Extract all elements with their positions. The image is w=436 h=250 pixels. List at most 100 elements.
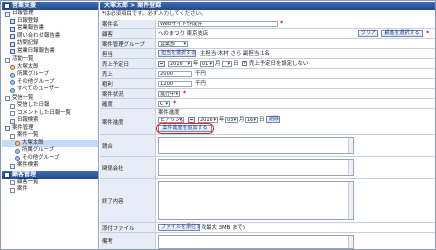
field-label: 顧客 — [100, 29, 156, 38]
sidebar-item-customer-case[interactable]: 案件 — [2, 186, 98, 194]
sidebar-item-case-other[interactable]: その他グループ — [2, 155, 98, 163]
sidebar-item-daily-task[interactable]: 営業日報報告書 — [2, 48, 98, 56]
case-name-input[interactable]: Webサイト作成件 — [158, 21, 278, 27]
sidebar-item-sales-report[interactable]: 営業報告書 — [2, 25, 98, 33]
profit-input[interactable]: 1200 — [158, 81, 192, 87]
row-rank: 確度 C * — [100, 99, 435, 109]
field-label: 案件状況 — [100, 89, 156, 98]
no-date-label: 売上予定日を設定しない — [249, 61, 309, 67]
sidebar-item-case-list[interactable]: 案件一覧 — [2, 132, 98, 140]
sidebar: 営業支援 日報管理 日報登録 営業報告書 問い合わせ報告書 訪問記録 営業日報報… — [2, 2, 99, 249]
row-remarks: 備考 — [100, 233, 435, 249]
reason-textarea[interactable] — [158, 181, 354, 220]
clear-button[interactable]: クリア — [358, 30, 378, 37]
sidebar-item-case-search[interactable]: 案件検索 — [2, 162, 98, 170]
sidebar-item-activity-self[interactable]: 大塚太郎 — [2, 64, 98, 72]
folder-icon — [5, 126, 10, 131]
progress-month-select[interactable]: 03 — [225, 117, 238, 123]
sidebar-item-activity-group[interactable]: 所属グループ — [2, 71, 98, 79]
status-select[interactable]: 進行中 — [158, 91, 180, 97]
sales-year-select[interactable]: 2016 — [168, 61, 192, 67]
scrollbar[interactable] — [348, 160, 353, 175]
highlight-circle — [156, 123, 214, 134]
field-label: 売上予定日 — [100, 59, 156, 68]
sales-day-select[interactable] — [222, 61, 232, 67]
attach-note: (最大 3MB まで) — [204, 225, 245, 231]
row-status: 案件状況 進行中 * — [100, 89, 435, 99]
field-label: 関係会社 — [100, 157, 156, 178]
sales-support-icon — [4, 3, 10, 9]
pen-icon — [10, 19, 15, 24]
sidebar-item-visit[interactable]: 訪問記録 — [2, 40, 98, 48]
group-icon — [10, 80, 15, 85]
rank-select[interactable]: C — [158, 101, 170, 107]
list-icon — [10, 180, 15, 185]
no-date-checkbox[interactable] — [242, 60, 247, 66]
required-mark: * — [173, 100, 177, 107]
group-select[interactable]: 営業部 — [158, 41, 188, 47]
sidebar-item-case-group[interactable]: 所属グループ — [2, 147, 98, 155]
sidebar-section-sales[interactable]: 営業支援 — [2, 2, 98, 10]
sales-month-select[interactable]: 01 — [200, 61, 214, 67]
main-panel: 大塚太郎 > 案件登録 *は必須項目です。必ず入力してください。 案件名 Web… — [100, 2, 435, 249]
row-case-name: 案件名 Webサイト作成件 * — [100, 20, 435, 29]
customer-icon — [4, 171, 10, 178]
scrollbar[interactable] — [348, 236, 353, 248]
sidebar-item-customer-list[interactable]: 顧客一覧 — [2, 179, 98, 187]
sidebar-item-daily-search[interactable]: 日報検索 — [2, 117, 98, 125]
row-progress: 案件進度 案件進度 ヒアリング 2016 年 03 月 16 日 削除 案件進度… — [100, 109, 435, 135]
field-label: 終了内容 — [100, 179, 156, 222]
attach-file-button[interactable]: ファイルを添付する — [158, 224, 206, 231]
sidebar-item-inquiry-report[interactable]: 問い合わせ報告書 — [2, 33, 98, 41]
list-icon — [10, 133, 15, 139]
document-icon — [10, 111, 15, 116]
sidebar-section-customer[interactable]: 顧客管理 — [2, 170, 98, 179]
pen-icon — [10, 34, 15, 39]
calendar-icon[interactable] — [158, 61, 165, 67]
sidebar-item-activity-all[interactable]: すべてのユーザー — [2, 86, 98, 94]
pen-icon — [10, 41, 15, 47]
progress-head: 案件進度 — [158, 110, 180, 116]
sidebar-item-daily[interactable]: 日報管理 — [2, 10, 98, 18]
group-icon — [10, 87, 15, 93]
row-group: 案件管理グループ 営業部 — [100, 39, 435, 49]
sales-input[interactable]: 2000 — [158, 71, 192, 77]
group-icon — [15, 156, 20, 161]
row-related: 関係会社 — [100, 157, 435, 179]
row-sales-date: 売上予定日 2016 年 01 月 日 売上予定日を設定しない — [100, 59, 435, 69]
select-client-button[interactable]: 顧客を選択する — [381, 30, 423, 37]
search-icon — [10, 118, 15, 124]
remarks-textarea[interactable] — [158, 235, 354, 249]
sidebar-item-daily-edit[interactable]: 日報登録 — [2, 18, 98, 26]
select-owner-button[interactable]: 担当を選択する — [158, 50, 196, 57]
client-value: へのまつり 東京支店 — [158, 31, 209, 37]
delete-progress-button[interactable]: 削除 — [266, 116, 280, 123]
section-label: 顧客管理 — [12, 170, 37, 178]
list-icon — [5, 96, 10, 101]
scrollbar[interactable] — [348, 138, 353, 153]
sidebar-item-case-manage[interactable]: 案件管理 — [2, 125, 98, 133]
sidebar-item-activity[interactable]: 活動一覧 — [2, 56, 98, 64]
row-sales: 売上 2000 千円 — [100, 69, 435, 79]
related-textarea[interactable] — [158, 159, 354, 176]
row-client: 顧客 へのまつり 東京支店 クリア 顧客を選択する * — [100, 29, 435, 39]
sidebar-item-activity-other[interactable]: その他グループ — [2, 79, 98, 87]
field-label: 案件名 — [100, 20, 156, 28]
row-competitor: 競合 — [100, 135, 435, 157]
competitor-textarea[interactable] — [158, 137, 354, 154]
group-icon — [15, 148, 20, 154]
app-window: 営業支援 日報管理 日報登録 営業報告書 問い合わせ報告書 訪問記録 営業日報報… — [0, 0, 436, 250]
section-label: 営業支援 — [12, 2, 37, 9]
field-label: 備考 — [100, 233, 156, 249]
folder-icon — [5, 11, 10, 17]
progress-day-select[interactable]: 16 — [245, 117, 258, 123]
sidebar-item-case-self[interactable]: 大塚太郎 — [2, 139, 98, 147]
required-mark: * — [280, 20, 284, 27]
field-label: 確度 — [100, 99, 156, 108]
sidebar-item-received[interactable]: 受信一覧 — [2, 95, 98, 103]
scrollbar[interactable] — [348, 182, 353, 219]
required-mark: * — [183, 90, 187, 97]
sidebar-item-received-daily[interactable]: 受信した日報 — [2, 102, 98, 110]
group-icon — [10, 72, 15, 78]
sidebar-item-commented[interactable]: コメントした日報一覧 — [2, 110, 98, 118]
